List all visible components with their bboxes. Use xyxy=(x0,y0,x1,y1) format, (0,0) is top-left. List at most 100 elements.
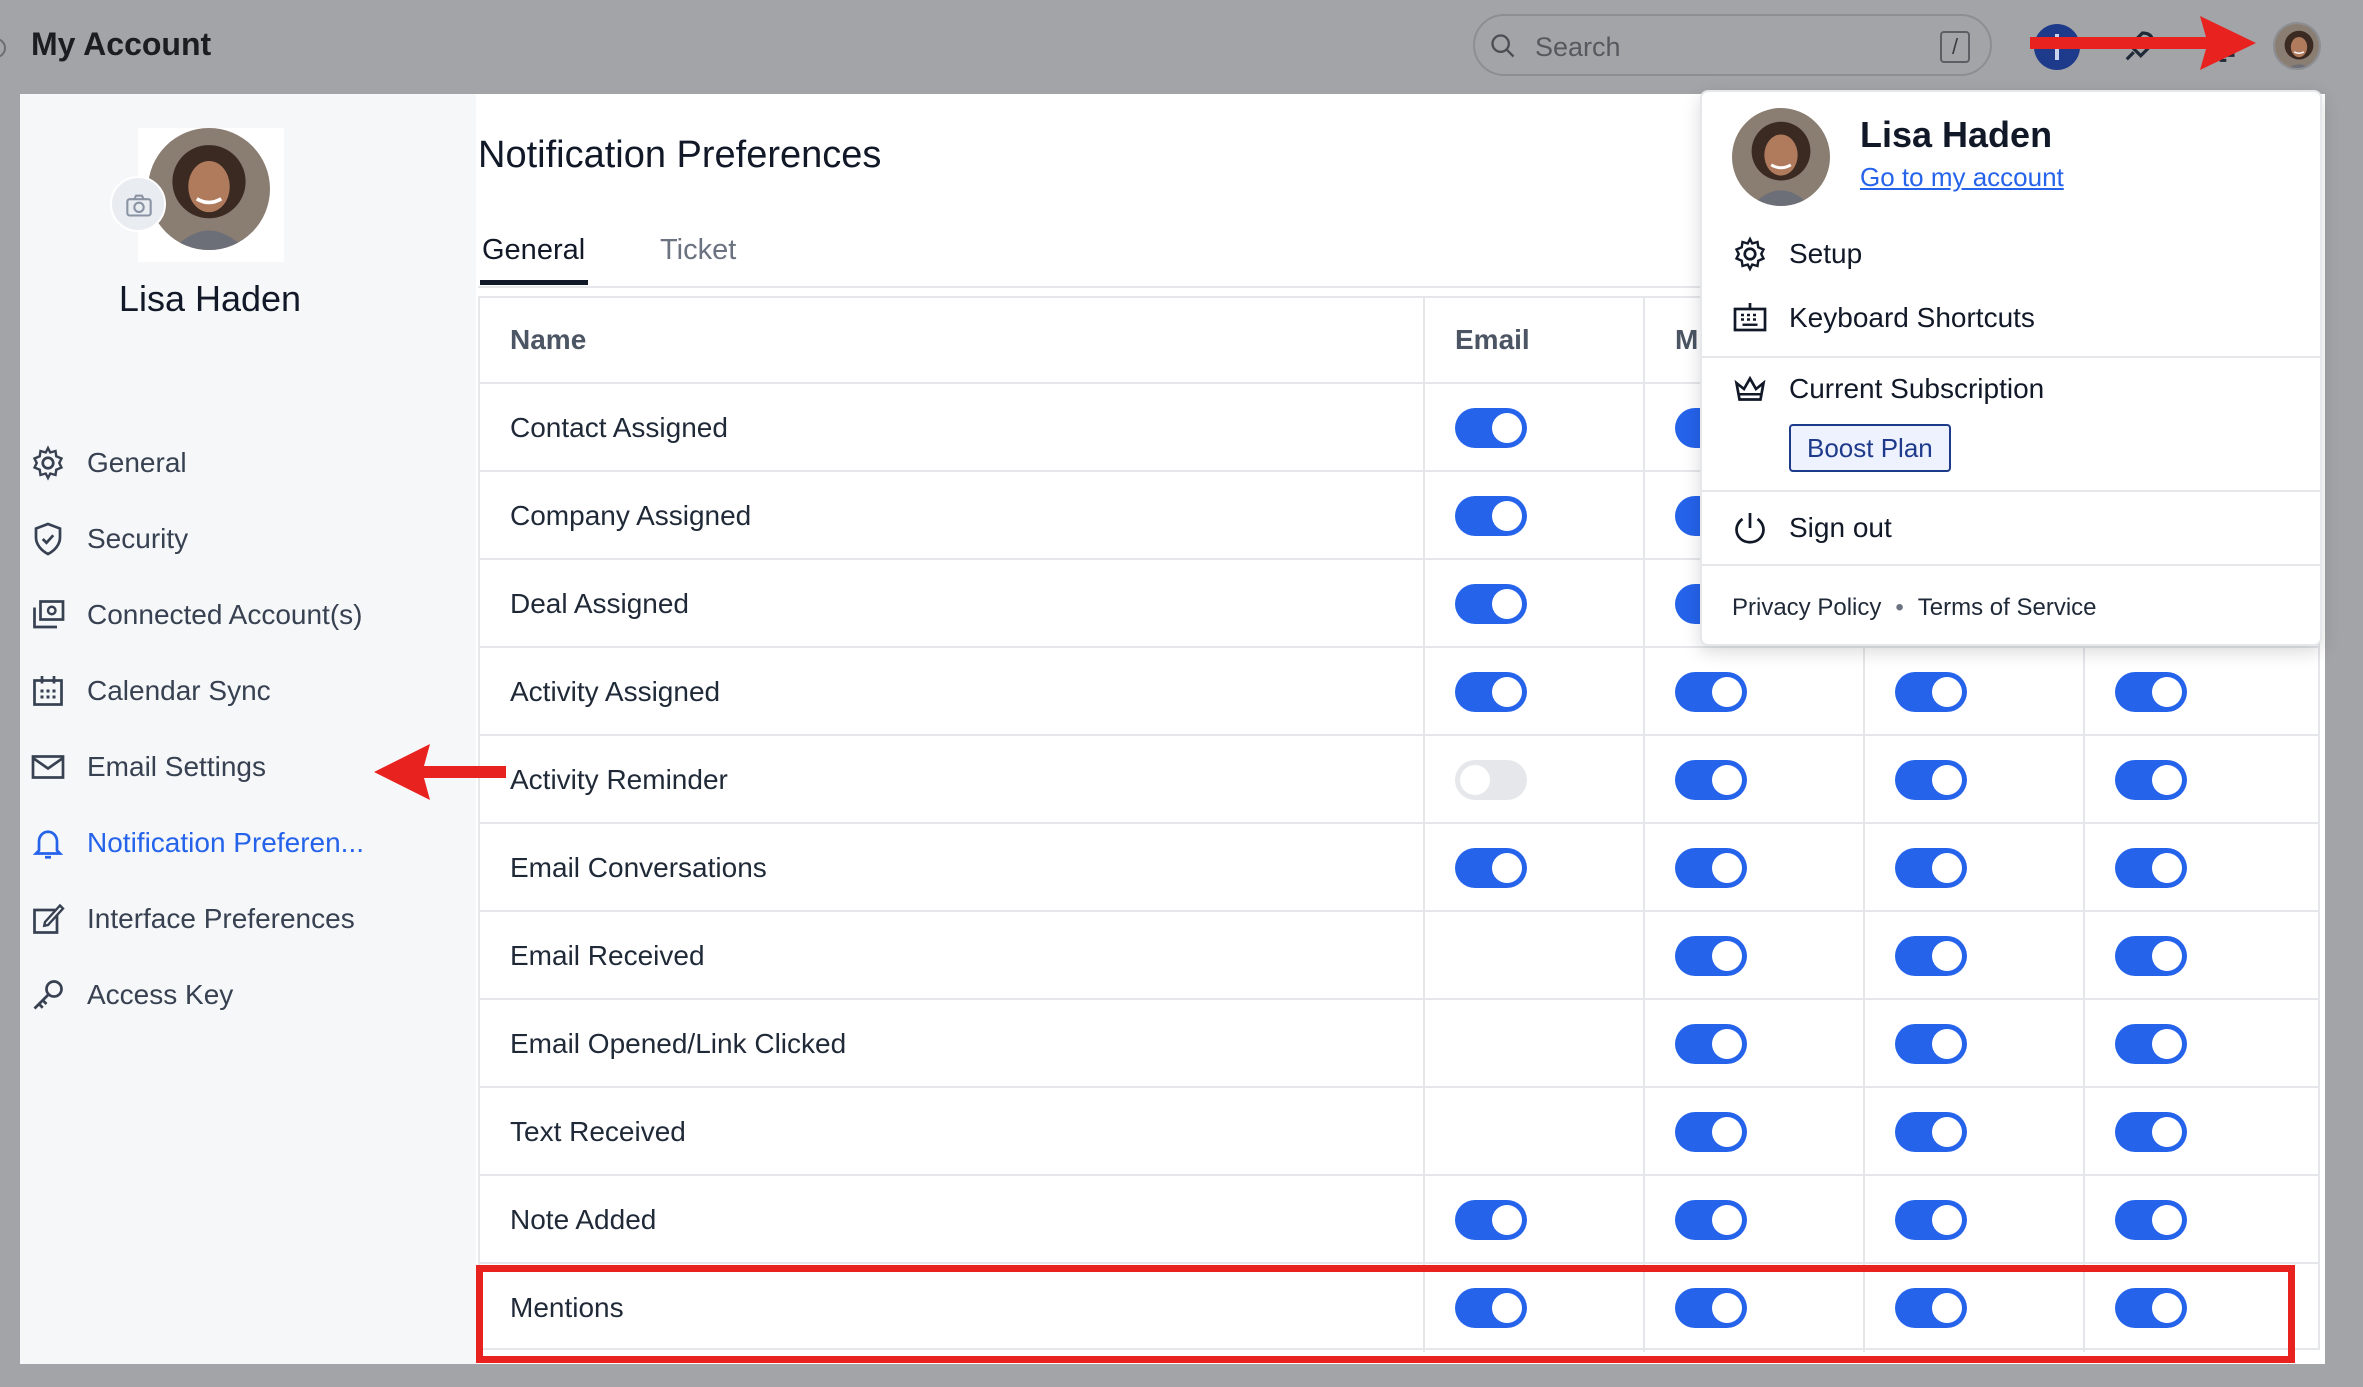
toggle-cell xyxy=(1425,384,1645,472)
notification-toggle[interactable] xyxy=(1895,760,1967,800)
table-row: Activity Reminder xyxy=(480,736,2318,824)
toggle-cell xyxy=(1425,1000,1645,1088)
table-row: Note Added xyxy=(480,1176,2318,1264)
search-bar[interactable]: Search / xyxy=(1473,14,1992,76)
tab-ticket[interactable]: Ticket xyxy=(660,234,736,267)
notification-toggle[interactable] xyxy=(1895,1024,1967,1064)
search-placeholder: Search xyxy=(1535,32,1621,62)
toggle-cell xyxy=(2085,912,2318,1000)
table-row: Email Conversations xyxy=(480,824,2318,912)
notification-toggle[interactable] xyxy=(1675,1024,1747,1064)
sidebar-item-notification-preferences[interactable]: Notification Preferen... xyxy=(30,819,460,869)
mentions-row-highlight xyxy=(476,1265,2295,1363)
notification-toggle[interactable] xyxy=(1895,1112,1967,1152)
name-cell: Email Received xyxy=(480,912,1425,1000)
toggle-cell xyxy=(1865,824,2085,912)
notification-toggle[interactable] xyxy=(2115,672,2187,712)
setup-menu-item[interactable]: Setup xyxy=(1732,232,2292,276)
active-tab-indicator xyxy=(480,280,588,285)
sidebar-item-connected-accounts[interactable]: Connected Account(s) xyxy=(30,591,460,641)
sidebar-item-interface-preferences[interactable]: Interface Preferences xyxy=(30,895,460,945)
toggle-cell xyxy=(1865,1000,2085,1088)
notification-toggle[interactable] xyxy=(1675,848,1747,888)
connected-accounts-icon xyxy=(33,600,65,629)
table-row: Text Received xyxy=(480,1088,2318,1176)
notification-name: Note Added xyxy=(510,1204,657,1235)
search-shortcut-key: / xyxy=(1940,31,1970,63)
toggle-cell xyxy=(1865,912,2085,1000)
sign-out-label: Sign out xyxy=(1789,512,1892,543)
search-icon xyxy=(1491,34,1515,58)
notification-toggle[interactable] xyxy=(2115,1112,2187,1152)
notification-toggle[interactable] xyxy=(1675,672,1747,712)
sidebar-item-general[interactable]: General xyxy=(30,439,460,489)
toggle-cell xyxy=(2085,736,2318,824)
notification-name: Email Conversations xyxy=(510,852,767,883)
toggle-cell xyxy=(2085,1176,2318,1264)
notification-toggle[interactable] xyxy=(1455,1200,1527,1240)
keyboard-shortcuts-label: Keyboard Shortcuts xyxy=(1789,302,2035,333)
notification-name: Email Opened/Link Clicked xyxy=(510,1028,847,1059)
sidebar-item-access-key[interactable]: Access Key xyxy=(30,971,460,1021)
name-cell: Activity Assigned xyxy=(480,648,1425,736)
sidebar-item-label: Interface Preferences xyxy=(87,903,355,934)
toggle-cell xyxy=(1425,560,1645,648)
keyboard-icon xyxy=(1733,303,1767,332)
user-avatar-button[interactable] xyxy=(2273,22,2321,70)
column-header: Email xyxy=(1455,324,1530,355)
toggle-cell xyxy=(1645,736,1865,824)
notification-toggle[interactable] xyxy=(2115,1024,2187,1064)
notification-toggle[interactable] xyxy=(2115,760,2187,800)
tab-general[interactable]: General xyxy=(482,234,585,267)
toggle-cell xyxy=(1425,1088,1645,1176)
notification-toggle[interactable] xyxy=(1455,496,1527,536)
notification-toggle[interactable] xyxy=(1455,760,1527,800)
notification-toggle[interactable] xyxy=(1455,584,1527,624)
notification-toggle[interactable] xyxy=(1895,1200,1967,1240)
terms-of-service-link[interactable]: Terms of Service xyxy=(1918,594,2097,621)
key-icon xyxy=(33,980,63,1010)
current-subscription-item: Current Subscription xyxy=(1732,367,2292,411)
bell-icon xyxy=(32,830,64,859)
notification-toggle[interactable] xyxy=(1675,1200,1747,1240)
crown-icon xyxy=(1734,375,1766,401)
name-cell: Text Received xyxy=(480,1088,1425,1176)
sign-out-menu-item[interactable]: Sign out xyxy=(1732,506,2292,550)
toggle-cell xyxy=(1865,736,2085,824)
toggle-cell xyxy=(1645,824,1865,912)
notification-toggle[interactable] xyxy=(2115,1200,2187,1240)
toggle-cell xyxy=(1425,736,1645,824)
sidebar-item-label: Security xyxy=(87,523,189,554)
page-title: Notification Preferences xyxy=(478,134,882,176)
name-cell: Email Opened/Link Clicked xyxy=(480,1000,1425,1088)
notification-toggle[interactable] xyxy=(1895,672,1967,712)
sidebar-item-security[interactable]: Security xyxy=(30,515,460,565)
app-title: My Account xyxy=(31,26,212,62)
keyboard-shortcuts-menu-item[interactable]: Keyboard Shortcuts xyxy=(1732,296,2292,340)
notification-toggle[interactable] xyxy=(1455,848,1527,888)
notification-toggle[interactable] xyxy=(1895,848,1967,888)
change-photo-button[interactable] xyxy=(110,176,166,232)
go-to-account-link[interactable]: Go to my account xyxy=(1860,162,2064,193)
table-row: Email Opened/Link Clicked xyxy=(480,1000,2318,1088)
notification-toggle[interactable] xyxy=(1895,936,1967,976)
window-control[interactable] xyxy=(0,38,6,58)
notification-toggle[interactable] xyxy=(2115,848,2187,888)
column-header: M xyxy=(1675,324,1699,355)
notification-toggle[interactable] xyxy=(1675,760,1747,800)
sidebar: Lisa Haden General Security Connected Ac… xyxy=(20,94,476,1364)
plan-badge[interactable]: Boost Plan xyxy=(1789,424,1951,472)
sidebar-item-calendar-sync[interactable]: Calendar Sync xyxy=(30,667,460,717)
notification-toggle[interactable] xyxy=(1675,1112,1747,1152)
divider xyxy=(1702,564,2320,566)
privacy-policy-link[interactable]: Privacy Policy xyxy=(1732,594,1881,621)
mail-icon xyxy=(31,755,65,779)
name-cell: Company Assigned xyxy=(480,472,1425,560)
toggle-cell xyxy=(1865,1176,2085,1264)
notification-toggle[interactable] xyxy=(2115,936,2187,976)
notification-toggle[interactable] xyxy=(1455,408,1527,448)
notification-name: Text Received xyxy=(510,1116,686,1147)
notification-toggle[interactable] xyxy=(1455,672,1527,712)
top-bar: My Account Search / xyxy=(0,0,2363,94)
notification-toggle[interactable] xyxy=(1675,936,1747,976)
